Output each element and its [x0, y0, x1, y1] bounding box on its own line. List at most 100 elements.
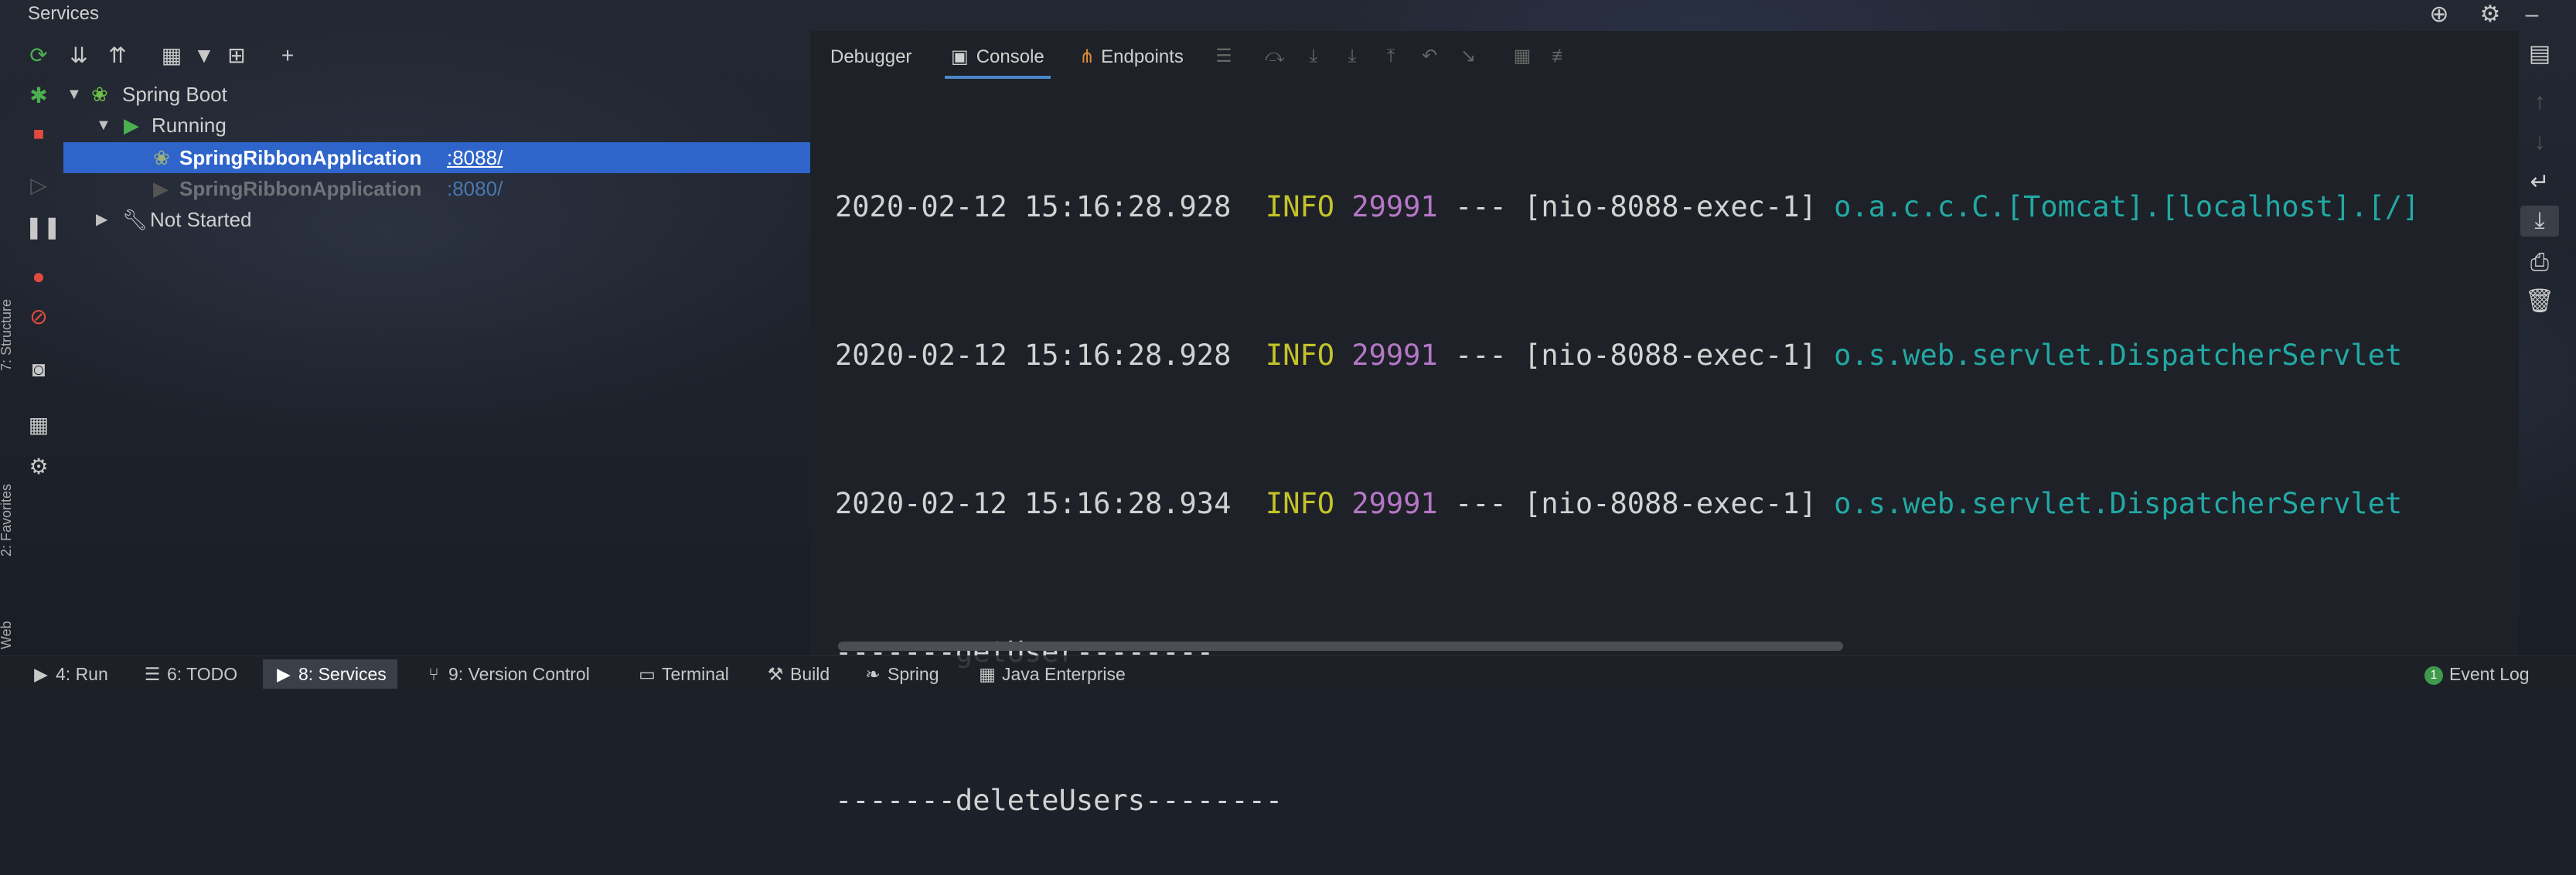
running-icon: ▶ [124, 114, 139, 137]
log-line: 2020-02-12 15:16:28.934 INFO 29991 --- [… [835, 479, 2419, 529]
terminal-icon: ▭ [639, 664, 656, 684]
tree-toolbar: ⇊ ⇈ ▦ ▼ ⊞ + [63, 39, 373, 73]
tab-debugger[interactable]: Debugger [830, 42, 911, 73]
tree-node-label: Not Started [150, 208, 252, 231]
tab-run-label: 4: Run [56, 664, 108, 684]
force-step-into-icon[interactable]: ⤓ [1341, 45, 1364, 68]
down-arrow-icon[interactable]: ↓ [2520, 127, 2559, 158]
trash-icon[interactable]: 🗑︎ [2520, 286, 2559, 317]
tab-todo-label: 6: TODO [167, 664, 238, 684]
tab-services[interactable]: ▶ 8: Services [263, 659, 397, 689]
soft-wrap-icon[interactable]: ↵ [2520, 167, 2559, 198]
tree-node-label: Running [152, 114, 227, 137]
tab-java-enterprise[interactable]: ▦ Java Enterprise [977, 659, 1126, 689]
threads-icon[interactable]: ☰ [1212, 45, 1235, 68]
collapse-all-icon[interactable]: ⇈ [102, 39, 133, 73]
expand-arrow-icon[interactable]: ▼ [66, 79, 82, 110]
left-tool-strip: 7: Structure 2: Favorites Web [0, 31, 17, 655]
log-separator: --- [1454, 339, 1507, 372]
expand-arrow-icon[interactable]: ▼ [96, 110, 111, 141]
spring-icon: ❧ [865, 664, 881, 684]
tree-node-label: Spring Boot [122, 83, 227, 106]
group-icon[interactable]: ▦ [156, 39, 187, 73]
console-side-toolbar: ▤ ↑ ↓ ↵ ⤓ ⎙ 🗑︎ [2505, 31, 2576, 655]
log-separator: --- [1454, 190, 1507, 223]
log-pid: 29991 [1351, 339, 1438, 372]
endpoints-icon: ⋔ [1079, 46, 1095, 67]
step-into-icon[interactable]: ⤓ [1302, 45, 1325, 68]
tab-terminal[interactable]: ▭ Terminal [637, 659, 729, 689]
log-timestamp: 2020-02-12 15:16:28.928 [835, 339, 1232, 372]
tab-build[interactable]: ⚒ Build [765, 659, 830, 689]
log-timestamp: 2020-02-12 15:16:28.928 [835, 190, 1232, 223]
play-icon: ▶ [34, 664, 48, 684]
tree-node-running[interactable]: ▼ ▶ Running [63, 110, 810, 141]
log-thread: [nio-8088-exec-1] [1524, 487, 1817, 520]
evaluate-icon[interactable]: ▦ [1511, 45, 1534, 68]
debug-icon[interactable]: ✱ [25, 82, 53, 110]
horizontal-scrollbar[interactable] [838, 642, 1843, 651]
log-level: INFO [1265, 190, 1335, 223]
favorites-tab[interactable]: 2: Favorites [0, 484, 15, 557]
expand-all-icon[interactable]: ⇊ [63, 39, 94, 73]
tab-todo[interactable]: ☰ 6: TODO [142, 659, 238, 689]
event-log-button[interactable]: 1 Event Log [2424, 659, 2530, 689]
trace-icon[interactable]: ≢ [1549, 45, 1573, 68]
print-icon[interactable]: ⎙ [2520, 247, 2559, 278]
app-port-link[interactable]: :8088/ [447, 142, 503, 173]
crosshair-icon[interactable]: ⊕ [2426, 2, 2452, 28]
log-level: INFO [1265, 339, 1335, 372]
tree-node-spring-boot[interactable]: ▼ ❀ Spring Boot [63, 79, 810, 110]
camera-icon[interactable]: ◙ [25, 356, 53, 383]
app-name: SpringRibbonApplication [179, 177, 422, 200]
breakpoint-icon[interactable]: ● [25, 263, 53, 291]
tab-services-label: 8: Services [298, 664, 387, 684]
app-port-link[interactable]: :8080/ [447, 173, 503, 204]
new-tab-icon[interactable]: ⊞ [221, 39, 252, 73]
event-count-badge: 1 [2424, 666, 2443, 685]
step-icon[interactable]: ▷ [25, 172, 53, 199]
tree-node-app-8080[interactable]: ▶ SpringRibbonApplication :8080/ [63, 173, 810, 204]
log-thread: [nio-8088-exec-1] [1524, 190, 1817, 223]
bottom-tool-bar: ▶ 4: Run ☰ 6: TODO ▶ 8: Services ⑂ 9: Versio… [0, 655, 2576, 692]
web-tab[interactable]: Web [0, 621, 15, 649]
filter-icon[interactable]: ▼ [189, 39, 220, 73]
run-to-cursor-icon[interactable]: ↘ [1457, 45, 1480, 68]
layout-icon[interactable]: ▦ [25, 411, 53, 439]
app-name: SpringRibbonApplication [179, 146, 422, 169]
tab-spring-label: Spring [888, 664, 939, 684]
gear-icon[interactable]: ⚙ [2477, 2, 2503, 28]
structure-tab[interactable]: 7: Structure [0, 299, 15, 371]
tab-spring[interactable]: ❧ Spring [863, 659, 939, 689]
tab-console[interactable]: ▣ Console [945, 42, 1051, 79]
log-logger: o.a.c.c.C.[Tomcat].[localhost].[/] [1834, 190, 2420, 223]
tree-node-app-8088[interactable]: ❀ SpringRibbonApplication :8088/ [63, 142, 810, 173]
collapse-arrow-icon[interactable]: ▶ [96, 204, 107, 235]
minimize-icon[interactable]: – [2519, 2, 2545, 28]
tab-endpoints-label: Endpoints [1101, 46, 1184, 67]
log-pid: 29991 [1351, 190, 1438, 223]
rerun-icon[interactable]: ⟳ [25, 42, 53, 70]
stopped-app-icon: ▶ [153, 177, 169, 200]
tab-version-control[interactable]: ⑂ 9: Version Control [424, 659, 590, 689]
tab-terminal-label: Terminal [662, 664, 729, 684]
settings-icon[interactable]: ⚙ [25, 453, 53, 481]
stop-icon[interactable]: ■ [25, 121, 53, 148]
pause-icon[interactable]: ❚❚ [25, 213, 61, 241]
window-title: Services [28, 3, 100, 24]
tab-java-enterprise-label: Java Enterprise [1002, 664, 1126, 684]
tab-endpoints[interactable]: ⋔ Endpoints [1079, 42, 1184, 73]
up-arrow-icon[interactable]: ↑ [2520, 87, 2559, 117]
step-over-icon[interactable]: ⤼ [1263, 45, 1286, 68]
step-out-icon[interactable]: ⤒ [1379, 45, 1402, 68]
scroll-to-end-icon[interactable]: ⤓ [2520, 206, 2559, 237]
tab-run[interactable]: ▶ 4: Run [31, 659, 108, 689]
add-icon[interactable]: + [272, 39, 303, 73]
drop-frame-icon[interactable]: ↶ [1418, 45, 1441, 68]
mute-breakpoints-icon[interactable]: ⊘ [25, 303, 53, 331]
tree-node-not-started[interactable]: ▶ 🔧︎ Not Started [63, 204, 810, 235]
layout-icon[interactable]: ▤ [2520, 39, 2559, 70]
vcs-icon: ⑂ [428, 664, 439, 684]
spring-boot-icon: ❀ [91, 83, 108, 106]
log-pid: 29991 [1351, 487, 1438, 520]
